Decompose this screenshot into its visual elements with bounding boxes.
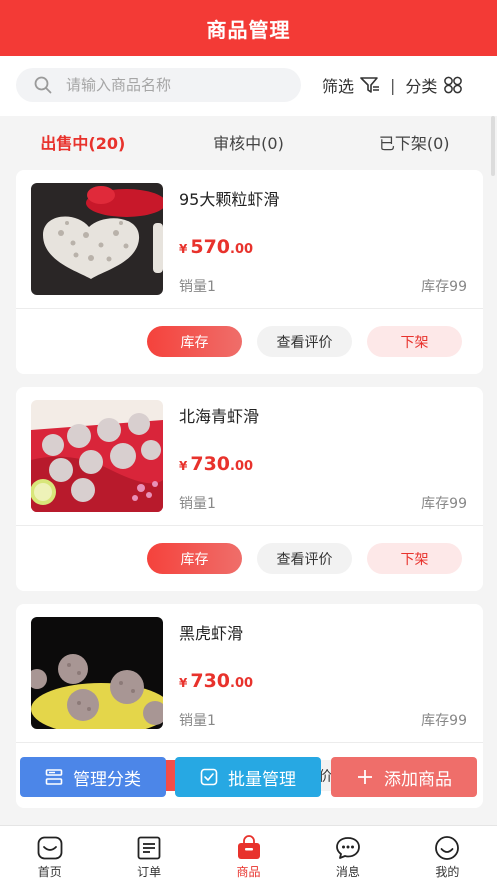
app-header: 商品管理	[0, 0, 497, 56]
off-shelf-button[interactable]: 下架	[367, 326, 462, 357]
tabbar-item-messages[interactable]: 消息	[298, 826, 397, 883]
view-reviews-button[interactable]: 查看评价	[257, 543, 352, 574]
product-name: 黑虎虾滑	[179, 624, 244, 643]
filter-label: 筛选	[322, 77, 355, 96]
stock-button[interactable]: 库存	[147, 543, 242, 574]
card-divider	[16, 525, 483, 526]
tab-off-shelf[interactable]: 已下架(0)	[331, 116, 497, 168]
view-reviews-button[interactable]: 查看评价	[257, 326, 352, 357]
check-square-icon	[200, 768, 218, 786]
product-sales: 销量1	[179, 496, 216, 512]
tabbar-label: 我的	[435, 865, 460, 879]
product-stock: 库存99	[421, 713, 467, 729]
order-icon	[137, 835, 161, 860]
home-icon	[37, 835, 63, 860]
product-name: 95大颗粒虾滑	[179, 190, 280, 209]
tabbar-label: 商品	[236, 865, 261, 879]
filter-button[interactable]: 筛选	[322, 73, 380, 97]
tabbar-label: 消息	[335, 865, 360, 879]
tabbar-item-home[interactable]: 首页	[0, 826, 99, 883]
filter-area: 筛选 | 分类	[322, 73, 463, 97]
filter-icon	[360, 76, 380, 94]
product-sales: 销量1	[179, 279, 216, 295]
batch-manage-button[interactable]: 批量管理	[175, 757, 321, 797]
message-icon	[335, 835, 361, 860]
product-image[interactable]	[31, 617, 163, 729]
tabbar-label: 首页	[37, 865, 62, 879]
stock-button[interactable]: 库存	[147, 326, 242, 357]
product-price: ¥730.00	[179, 670, 254, 692]
add-product-label: 添加商品	[384, 769, 452, 790]
product-stock: 库存99	[421, 496, 467, 512]
tab-on-sale[interactable]: 出售中(20)	[0, 116, 166, 168]
category-list-icon	[45, 768, 63, 786]
product-name: 北海青虾滑	[179, 407, 260, 426]
profile-icon	[434, 835, 460, 860]
category-button[interactable]: 分类	[405, 73, 463, 97]
product-image[interactable]	[31, 183, 163, 295]
batch-manage-label: 批量管理	[228, 769, 296, 790]
search-input[interactable]	[66, 76, 266, 94]
floating-action-bar: 管理分类 批量管理 添加商品	[0, 757, 497, 799]
product-stock: 库存99	[421, 279, 467, 295]
tabbar-item-profile[interactable]: 我的	[398, 826, 497, 883]
grid-icon	[443, 76, 463, 94]
bottom-tab-bar: 首页 订单 商品 消息 我的	[0, 825, 497, 883]
plus-icon	[356, 768, 374, 786]
shopping-bag-icon	[236, 834, 262, 860]
tab-under-review[interactable]: 审核中(0)	[166, 116, 332, 168]
product-card: 95大颗粒虾滑 ¥570.00 销量1 库存99 库存 查看评价 下架	[16, 170, 483, 374]
tabbar-item-products[interactable]: 商品	[199, 826, 298, 883]
tabbar-label: 订单	[137, 865, 162, 879]
product-price: ¥570.00	[179, 236, 254, 258]
search-icon	[34, 76, 52, 94]
manage-category-button[interactable]: 管理分类	[20, 757, 166, 797]
tabbar-item-orders[interactable]: 订单	[99, 826, 198, 883]
manage-category-label: 管理分类	[73, 769, 141, 790]
card-divider	[16, 742, 483, 743]
product-card: 北海青虾滑 ¥730.00 销量1 库存99 库存 查看评价 下架	[16, 387, 483, 591]
category-label: 分类	[405, 77, 438, 96]
scrollbar[interactable]	[491, 116, 495, 176]
filter-separator: |	[390, 75, 396, 95]
product-sales: 销量1	[179, 713, 216, 729]
product-image[interactable]	[31, 400, 163, 512]
product-price: ¥730.00	[179, 453, 254, 475]
page-title: 商品管理	[206, 17, 291, 42]
search-bar: 筛选 | 分类	[0, 56, 497, 116]
status-tabs: 出售中(20) 审核中(0) 已下架(0)	[0, 116, 497, 168]
card-divider	[16, 308, 483, 309]
off-shelf-button[interactable]: 下架	[367, 543, 462, 574]
add-product-button[interactable]: 添加商品	[331, 757, 477, 797]
search-box[interactable]	[16, 68, 301, 102]
